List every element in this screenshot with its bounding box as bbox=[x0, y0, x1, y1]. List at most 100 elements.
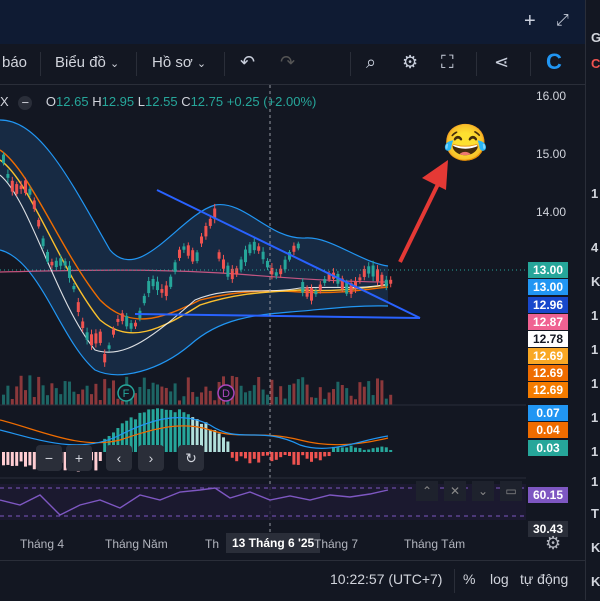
candle-body bbox=[103, 354, 107, 363]
right-panel-text: C bbox=[591, 56, 600, 71]
candle-body bbox=[32, 200, 36, 209]
volume-bar bbox=[274, 396, 278, 405]
volume-bar bbox=[239, 385, 243, 405]
macd-bar bbox=[380, 446, 384, 452]
macd-bar bbox=[2, 452, 5, 466]
price-axis-label: 14.00 bbox=[536, 205, 567, 219]
right-panel-text: K bbox=[591, 540, 600, 555]
right-panel-text: G bbox=[591, 30, 600, 45]
macd-bar bbox=[358, 448, 362, 452]
laughing-emoji[interactable]: 😂 bbox=[443, 122, 488, 164]
candle-body bbox=[19, 185, 23, 190]
candle-body bbox=[208, 218, 212, 226]
right-panel-text: 4 bbox=[591, 240, 599, 255]
high-key: H bbox=[92, 94, 102, 109]
bottom-status-bar: 10:22:57 (UTC+7) % log tự động bbox=[0, 560, 585, 601]
auto-scale-toggle[interactable]: tự động bbox=[520, 571, 568, 587]
candle-body bbox=[376, 269, 379, 282]
right-panel-text: K bbox=[591, 574, 600, 589]
candle-body bbox=[41, 238, 45, 247]
fullscreen-icon[interactable]: ⛶ bbox=[441, 52, 454, 73]
alert-button[interactable]: báo bbox=[2, 54, 27, 71]
volume-bar bbox=[72, 391, 76, 405]
candle-body bbox=[217, 252, 221, 259]
price-badge: 12.69 bbox=[528, 382, 568, 398]
right-panel-text: 1 bbox=[591, 186, 599, 201]
candle-body bbox=[310, 288, 313, 301]
macd-bar bbox=[318, 452, 322, 461]
add-icon[interactable]: + bbox=[524, 10, 536, 33]
quick-search-icon[interactable]: ⌕ bbox=[366, 52, 376, 73]
macd-bar bbox=[169, 410, 173, 452]
close-pane-icon[interactable]: ✕ bbox=[444, 481, 466, 501]
app-logo-icon[interactable]: C bbox=[546, 49, 562, 75]
zoom-out-button[interactable]: − bbox=[36, 445, 62, 471]
candle-body bbox=[107, 345, 111, 349]
scroll-left-button[interactable]: ‹ bbox=[106, 445, 132, 471]
low-value: 12.55 bbox=[145, 94, 178, 109]
low-key: L bbox=[137, 94, 146, 109]
close-key: C bbox=[181, 94, 191, 109]
macd-bar bbox=[252, 452, 256, 459]
undo-icon[interactable]: ↶ bbox=[240, 52, 255, 73]
macd-bar bbox=[327, 452, 331, 457]
volume-bar bbox=[213, 400, 217, 405]
volume-bar bbox=[116, 398, 120, 405]
right-side-panel: G C 1 4 K 1 1 1 1 1 1 T K K bbox=[585, 0, 600, 600]
chart-type-button[interactable]: Biểu đồ ⌄ bbox=[55, 54, 119, 71]
legend-close-x[interactable]: X bbox=[0, 94, 9, 109]
macd-bar bbox=[244, 452, 247, 459]
volume-bar bbox=[164, 387, 168, 405]
volume-bar bbox=[151, 382, 155, 405]
volume-bar bbox=[323, 398, 327, 405]
volume-bar bbox=[200, 392, 203, 405]
volume-bar bbox=[2, 394, 5, 405]
price-axis-label: 16.00 bbox=[536, 89, 567, 103]
maximize-pane-icon[interactable]: ▭ bbox=[500, 481, 522, 501]
collapse-pane-icon[interactable]: ⌄ bbox=[472, 481, 494, 501]
move-pane-up-icon[interactable]: ⌃ bbox=[416, 481, 438, 501]
zoom-in-button[interactable]: + bbox=[66, 445, 92, 471]
macd-bar bbox=[270, 452, 274, 462]
macd-bar bbox=[230, 452, 234, 458]
volume-bar bbox=[160, 386, 164, 405]
x-axis-label: Tháng Tám bbox=[404, 537, 466, 551]
percent-scale-toggle[interactable]: % bbox=[463, 571, 475, 587]
macd-bar bbox=[204, 422, 208, 452]
scroll-right-button[interactable]: › bbox=[138, 445, 164, 471]
clock-timezone[interactable]: 10:22:57 (UTC+7) bbox=[330, 571, 442, 587]
candle-body bbox=[156, 281, 159, 291]
volume-bar bbox=[345, 388, 349, 405]
volume-bar bbox=[367, 381, 371, 405]
right-panel-text: 1 bbox=[591, 342, 599, 357]
candle-body bbox=[164, 285, 168, 296]
gear-icon[interactable]: ⚙ bbox=[402, 52, 418, 73]
volume-bar bbox=[305, 384, 309, 405]
candle-body bbox=[120, 313, 124, 322]
volume-bar bbox=[142, 377, 146, 405]
candle-body bbox=[182, 246, 186, 250]
axis-settings-icon[interactable]: ⚙ bbox=[545, 533, 561, 554]
macd-bar bbox=[222, 437, 225, 452]
reset-view-button[interactable]: ↻ bbox=[178, 445, 204, 471]
expand-icon[interactable]: ⤢ bbox=[556, 12, 569, 30]
volume-bar bbox=[371, 395, 375, 405]
profile-button[interactable]: Hồ sơ ⌄ bbox=[152, 54, 206, 71]
volume-bar bbox=[24, 390, 27, 405]
log-scale-toggle[interactable]: log bbox=[490, 571, 509, 587]
candle-body bbox=[116, 318, 120, 322]
right-panel-text: 1 bbox=[591, 376, 599, 391]
x-axis-label: Tháng Năm bbox=[105, 537, 168, 551]
candle-body bbox=[318, 284, 322, 291]
profile-label: Hồ sơ bbox=[152, 54, 193, 71]
share-icon[interactable]: ⋖ bbox=[494, 52, 509, 73]
candle-body bbox=[222, 259, 225, 269]
macd-bar bbox=[336, 447, 340, 452]
rsi-badge: 60.15 bbox=[528, 487, 568, 503]
price-chart[interactable]: F D bbox=[0, 85, 585, 560]
collapse-legend-icon[interactable]: − bbox=[18, 95, 33, 110]
candle-body bbox=[380, 274, 384, 286]
macd-bar bbox=[217, 433, 221, 452]
redo-icon[interactable]: ↷ bbox=[280, 52, 295, 73]
candle-body bbox=[274, 272, 278, 276]
